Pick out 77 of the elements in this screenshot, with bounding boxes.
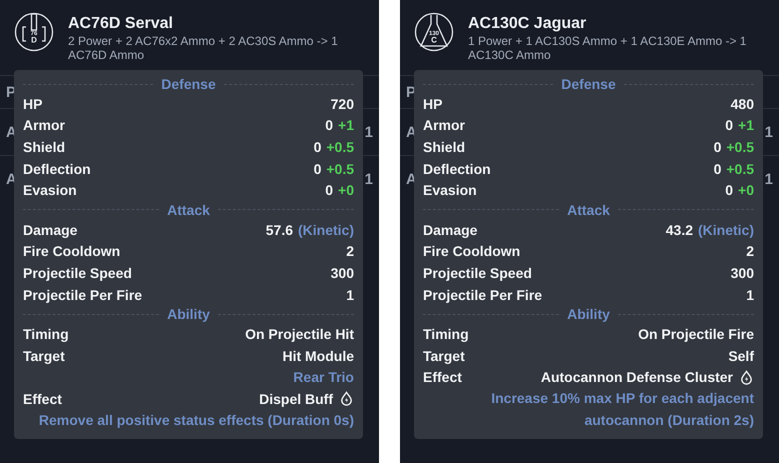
stat-label: Target (423, 348, 466, 364)
stat-label: Timing (423, 326, 470, 342)
stat-label: Damage (423, 222, 478, 238)
stat-bonus: +0 (738, 182, 754, 198)
stat-label: Projectile Speed (23, 264, 133, 281)
stat-label: Projectile Per Fire (23, 286, 144, 303)
effect-name: Dispel Buff (259, 390, 333, 407)
stat-value: 0 (714, 138, 722, 155)
stat-label: Fire Cooldown (23, 243, 122, 260)
table-text: 1 (364, 124, 373, 140)
stat-value: 480 (730, 96, 754, 112)
item-title: AC76D Serval (68, 14, 174, 34)
stat-value: 0 (314, 138, 322, 155)
stat-label: Armor (23, 117, 66, 134)
stat-bonus: +1 (338, 117, 354, 134)
stat-value: 300 (730, 264, 754, 281)
stat-value: On Projectile Fire (638, 326, 754, 342)
stat-value: 0 (325, 182, 334, 198)
section-heading: Ability (167, 306, 210, 322)
stat-bonus: +1 (738, 117, 754, 134)
stat-bonus: +0.5 (326, 138, 354, 155)
stat-label: Target (23, 348, 66, 364)
ability-note: Rear Trio (292, 368, 354, 387)
stat-label: Effect (23, 390, 63, 407)
stat-value: 0 (725, 182, 734, 198)
stat-value: 1 (746, 286, 754, 303)
section-heading: Defense (161, 76, 216, 92)
stat-value: Self (728, 348, 754, 364)
damage-type: (Kinetic) (298, 222, 354, 238)
stat-label: Evasion (423, 182, 478, 198)
effect-name: Autocannon Defense Cluster (540, 369, 733, 386)
stat-value: 2 (746, 243, 754, 260)
stat-label: Timing (23, 326, 70, 342)
stat-value: 0 (725, 117, 734, 134)
ability-note: Increase 10% max HP for each adjacent autocannon (Duration 2s) (490, 389, 754, 430)
stat-value: 0 (314, 160, 322, 177)
stat-label: Effect (423, 369, 463, 386)
section-heading: Attack (567, 202, 610, 218)
stat-value: 1 (346, 286, 354, 303)
stat-label: Damage (23, 222, 78, 238)
table-text: 1 (764, 170, 773, 188)
stat-label: Projectile Speed (423, 264, 533, 281)
stat-label: Fire Cooldown (423, 243, 522, 260)
table-text: 1 (764, 124, 773, 140)
recipe-text: 1 Power + 1 AC130S Ammo + 1 AC130E Ammo -> 1 AC130C Ammo (468, 34, 748, 62)
stat-value: 300 (330, 264, 354, 281)
section-heading: Ability (567, 306, 610, 322)
stat-value: 2 (346, 243, 354, 260)
ability-note: Remove all positive status effects (Duration 0s) (38, 410, 354, 430)
stat-bonus: +0 (338, 182, 354, 198)
item-title: AC130C Jaguar (468, 14, 588, 34)
section-heading: Attack (167, 202, 210, 218)
stat-label: HP (23, 96, 44, 112)
stat-value: 720 (330, 96, 354, 112)
stat-value: 0 (325, 117, 334, 134)
stat-bonus: +0.5 (726, 160, 754, 177)
stat-label: Deflection (23, 160, 92, 177)
stat-label: Armor (423, 117, 466, 134)
stat-label: Shield (423, 138, 466, 155)
table-text: 1 (364, 170, 373, 188)
stat-value: 43.2 (666, 222, 693, 238)
stat-label: Projectile Per Fire (423, 286, 544, 303)
drop-icon (339, 391, 354, 406)
stat-label: Deflection (423, 160, 492, 177)
drop-icon (739, 370, 754, 385)
stat-label: Shield (23, 138, 66, 155)
stat-value: 0 (714, 160, 722, 177)
stat-value: Hit Module (282, 348, 354, 364)
section-heading: Defense (561, 76, 616, 92)
stat-label: HP (423, 96, 444, 112)
stat-value: On Projectile Hit (245, 326, 354, 342)
damage-type: (Kinetic) (698, 222, 754, 238)
stat-bonus: +0.5 (326, 160, 354, 177)
stat-label: Evasion (23, 182, 78, 198)
stat-value: 57.6 (266, 222, 293, 238)
stat-bonus: +0.5 (726, 138, 754, 155)
recipe-text: 2 Power + 2 AC76x2 Ammo + 2 AC30S Ammo -> 1 AC76D Ammo (68, 34, 339, 62)
